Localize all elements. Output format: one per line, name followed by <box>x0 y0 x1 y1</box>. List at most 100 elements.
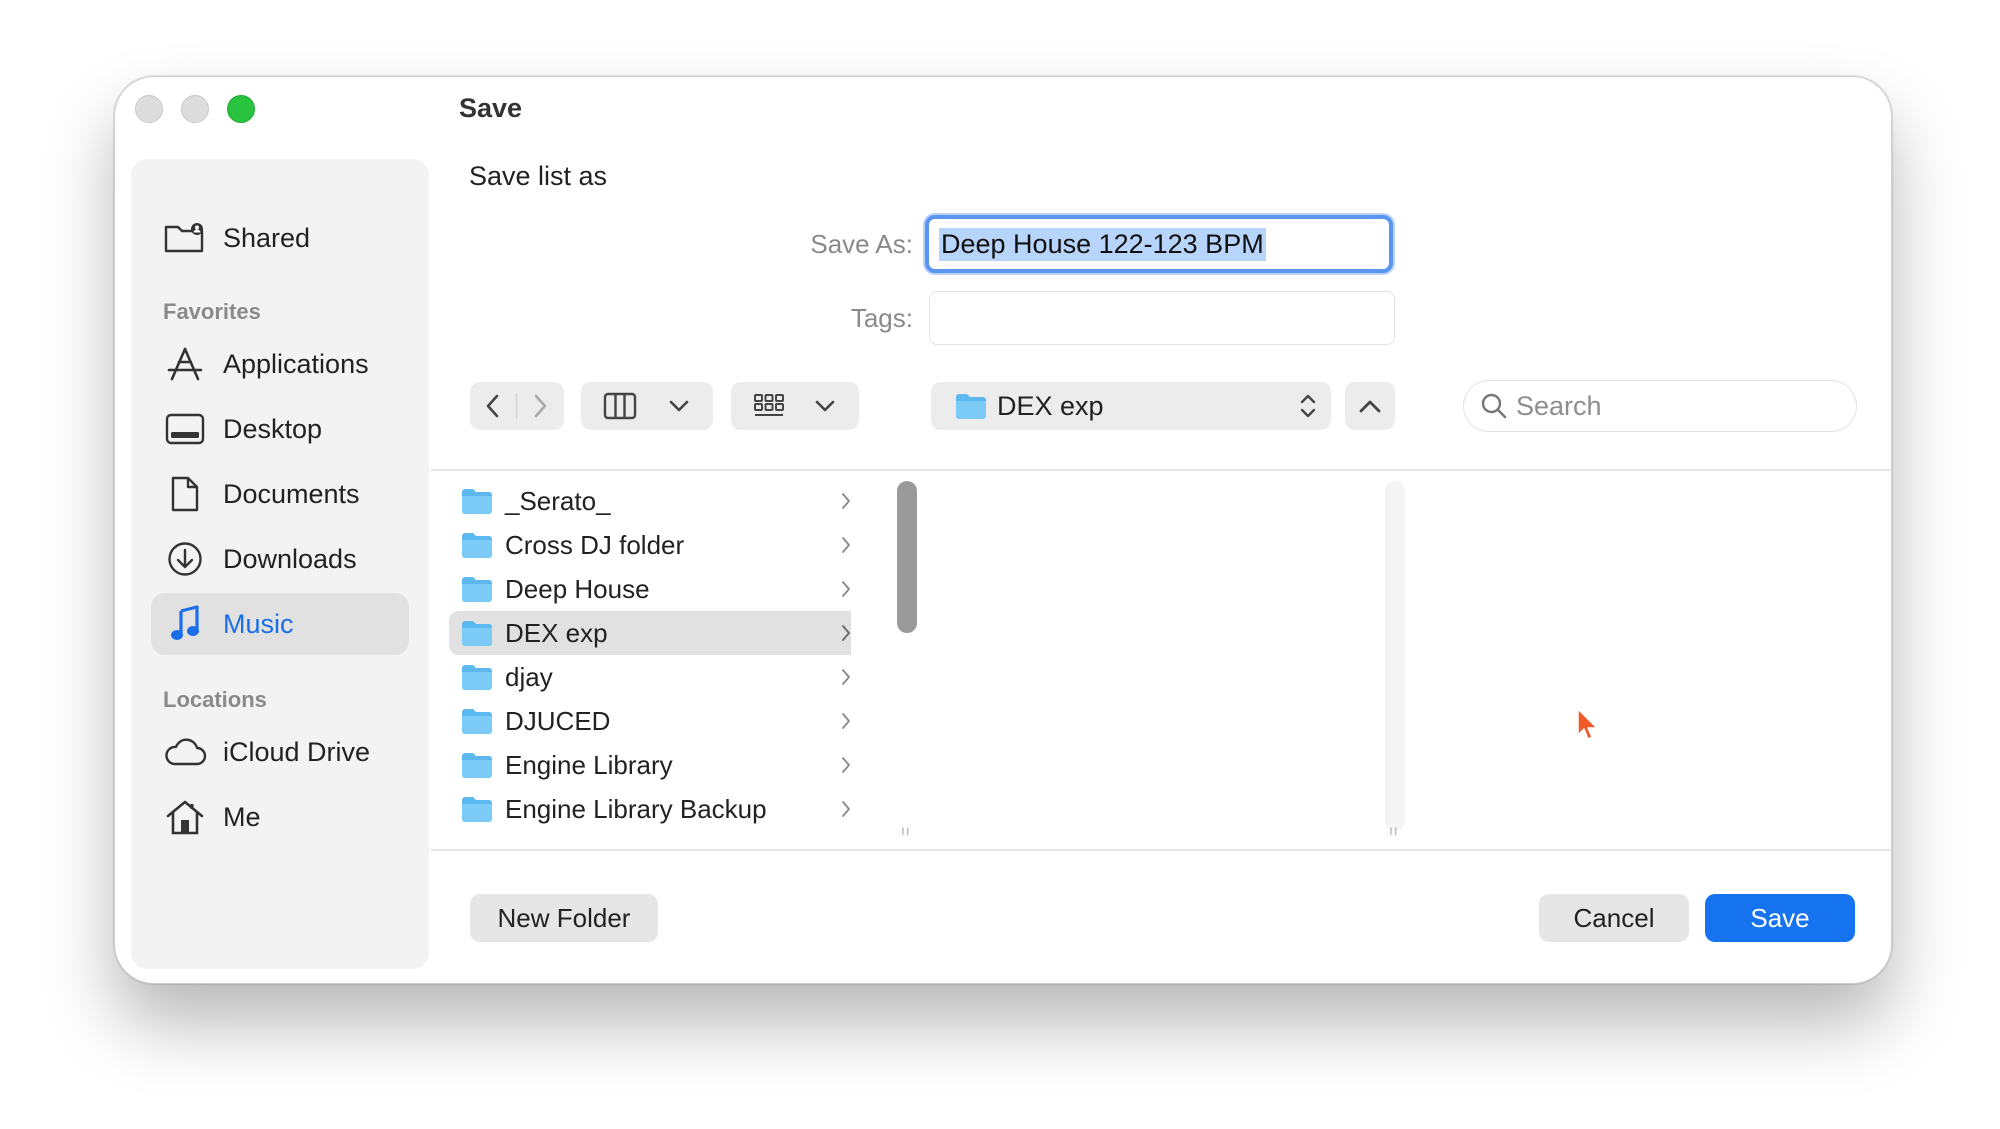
sidebar-item-label: iCloud Drive <box>223 736 371 767</box>
sidebar-item-label: Me <box>223 801 261 832</box>
sidebar: Shared Favorites Applications Desktop Do… <box>131 159 429 969</box>
view-mode-control[interactable] <box>581 382 713 430</box>
applications-icon <box>163 342 207 386</box>
chevron-right-icon <box>842 581 850 597</box>
dialog-prompt: Save list as <box>469 161 608 191</box>
minimize-window-button[interactable] <box>181 95 209 123</box>
folder-icon <box>462 577 492 602</box>
sidebar-item-label: Shared <box>223 222 311 253</box>
mouse-cursor-icon <box>1577 708 1598 740</box>
document-icon <box>163 472 207 516</box>
folder-icon <box>956 394 986 419</box>
item-name: Cross DJ folder <box>505 529 685 560</box>
home-icon <box>163 795 207 839</box>
chevron-right-icon <box>842 757 850 773</box>
search-icon <box>1481 393 1507 419</box>
sidebar-item-applications[interactable]: Applications <box>151 333 409 395</box>
chevron-down-icon <box>659 382 699 430</box>
item-name: Deep House <box>505 573 650 604</box>
item-name: _Serato_ <box>505 485 611 516</box>
chevron-down-icon <box>807 382 843 430</box>
forward-button[interactable] <box>517 382 563 430</box>
list-item[interactable]: Cross DJ folder <box>449 523 851 567</box>
zoom-window-button[interactable] <box>227 95 255 123</box>
download-icon <box>163 537 207 581</box>
sidebar-item-me[interactable]: Me <box>151 786 409 848</box>
grid-view-icon <box>731 382 807 430</box>
save-dialog: Shared Favorites Applications Desktop Do… <box>114 76 1892 984</box>
column-resize-handle[interactable]: ıı <box>1389 822 1399 838</box>
save-button[interactable]: Save <box>1705 894 1855 942</box>
search-placeholder: Search <box>1516 390 1602 421</box>
column-view-icon <box>581 382 659 430</box>
close-window-button[interactable] <box>135 95 163 123</box>
list-item[interactable]: _Serato_ <box>449 479 851 523</box>
cloud-icon <box>163 730 207 774</box>
save-as-label: Save As: <box>810 229 913 259</box>
save-as-value: Deep House 122-123 BPM <box>939 227 1266 261</box>
chevron-right-icon <box>842 537 850 553</box>
column-scrollbar[interactable] <box>897 481 917 633</box>
desktop-icon <box>163 407 207 451</box>
list-item[interactable]: Deep House <box>449 567 851 611</box>
chevron-right-icon <box>534 394 547 418</box>
divider <box>431 849 1891 851</box>
cancel-button[interactable]: Cancel <box>1539 894 1689 942</box>
folder-icon <box>462 665 492 690</box>
save-as-field[interactable]: Deep House 122-123 BPM <box>925 215 1393 273</box>
music-note-icon <box>163 602 207 646</box>
sidebar-item-desktop[interactable]: Desktop <box>151 398 409 460</box>
file-browser-column: _Serato_ Cross DJ folder Deep House DEX … <box>431 467 851 847</box>
chevron-right-icon <box>842 713 850 729</box>
sidebar-item-label: Desktop <box>223 413 323 444</box>
chevron-right-icon <box>842 669 850 685</box>
sidebar-item-label: Documents <box>223 478 360 509</box>
locations-header: Locations <box>163 687 267 712</box>
nav-buttons <box>470 382 564 430</box>
window-title: Save <box>459 93 523 123</box>
item-name: DJUCED <box>505 705 611 736</box>
list-item[interactable]: DJUCED <box>449 699 851 743</box>
chevron-right-icon <box>842 801 850 817</box>
item-name: DEX exp <box>505 617 608 648</box>
list-item[interactable]: Engine Library <box>449 743 851 787</box>
list-item[interactable]: Engine Library Backup <box>449 787 851 831</box>
column-resize-handle[interactable]: ıı <box>901 822 911 838</box>
folder-icon <box>462 621 492 646</box>
chevron-left-icon <box>486 394 499 418</box>
sidebar-item-music[interactable]: Music <box>151 593 409 655</box>
folder-icon <box>462 709 492 734</box>
item-name: Engine Library <box>505 749 673 780</box>
item-name: djay <box>505 661 553 692</box>
tags-label: Tags: <box>850 303 913 333</box>
item-name: Engine Library Backup <box>505 793 767 824</box>
group-by-control[interactable] <box>731 382 859 430</box>
sidebar-item-documents[interactable]: Documents <box>151 463 409 525</box>
sidebar-item-label: Downloads <box>223 543 357 574</box>
folder-icon <box>462 797 492 822</box>
search-field[interactable]: Search <box>1463 380 1857 432</box>
location-name: DEX exp <box>997 390 1104 421</box>
sidebar-item-label: Music <box>223 608 294 639</box>
up-down-chevron-icon <box>1300 394 1316 418</box>
chevron-up-icon <box>1359 400 1381 413</box>
list-item-selected[interactable]: DEX exp <box>449 611 851 655</box>
location-popup[interactable]: DEX exp <box>931 382 1331 430</box>
shared-folder-icon <box>163 216 207 260</box>
back-button[interactable] <box>470 382 516 430</box>
chevron-right-icon <box>842 493 850 509</box>
list-item[interactable]: djay <box>449 655 851 699</box>
folder-icon <box>462 753 492 778</box>
sidebar-item-label: Applications <box>223 348 369 379</box>
favorites-header: Favorites <box>163 299 261 324</box>
collapse-button[interactable] <box>1345 382 1395 430</box>
folder-icon <box>462 489 492 514</box>
sidebar-item-shared[interactable]: Shared <box>151 207 409 269</box>
sidebar-item-downloads[interactable]: Downloads <box>151 528 409 590</box>
folder-icon <box>462 533 492 558</box>
new-folder-button[interactable]: New Folder <box>470 894 658 942</box>
chevron-right-icon <box>842 625 850 641</box>
sidebar-item-icloud-drive[interactable]: iCloud Drive <box>151 721 409 783</box>
tags-field[interactable] <box>929 291 1395 345</box>
column-divider[interactable] <box>1385 481 1405 831</box>
